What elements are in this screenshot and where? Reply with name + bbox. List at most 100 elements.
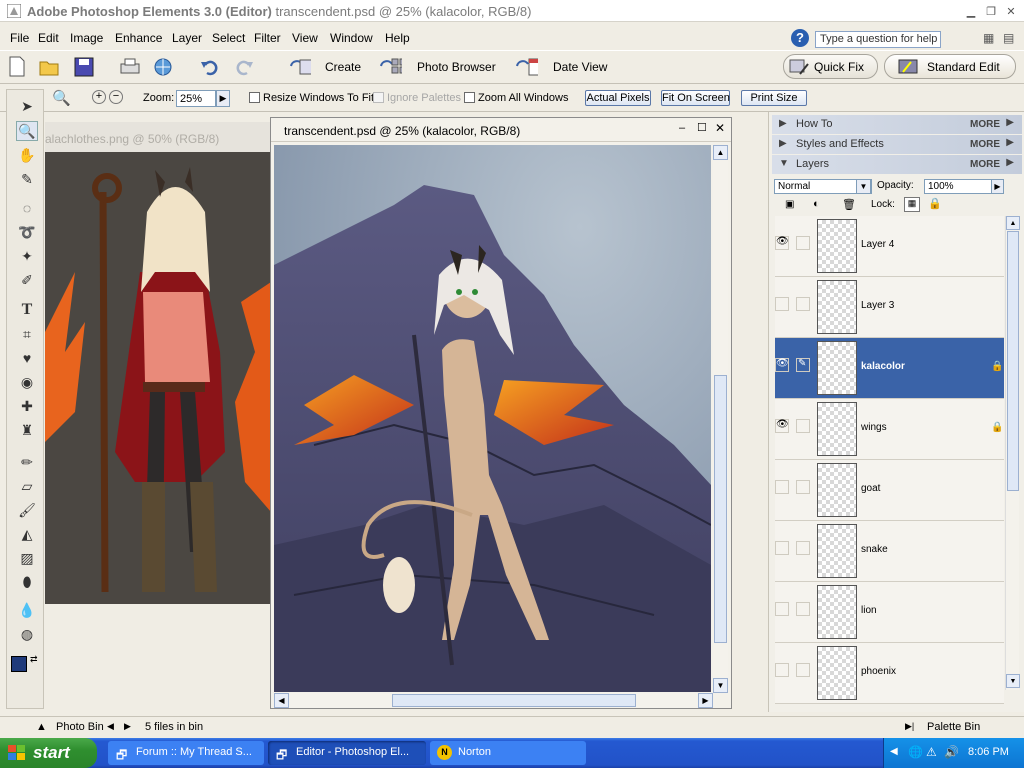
selection-brush-icon[interactable]: ✐ [16, 270, 38, 290]
visibility-toggle[interactable] [775, 602, 789, 616]
hand-tool-icon[interactable]: ✋ [16, 145, 38, 165]
layer-row[interactable]: phoenix [775, 643, 1004, 704]
print-size-button[interactable]: Print Size [741, 90, 807, 106]
gradient-icon[interactable]: ▨ [16, 548, 38, 568]
date-view-button[interactable]: Date View [553, 60, 607, 74]
layer-row[interactable]: lion [775, 582, 1004, 643]
network-icon[interactable]: 🌐 [908, 745, 923, 759]
chevron-down-icon[interactable]: ▼ [856, 179, 871, 194]
zoom-input[interactable]: 25% [176, 90, 216, 107]
taskbar-item-norton[interactable]: N Norton [430, 741, 586, 765]
zoom-out-icon[interactable]: − [109, 90, 123, 104]
cookie-cutter-icon[interactable]: ♥ [16, 348, 38, 368]
visibility-toggle[interactable] [775, 297, 789, 311]
layer-row[interactable]: Layer 3 [775, 277, 1004, 338]
layer-row[interactable]: snake [775, 521, 1004, 582]
layers-scroll-down-icon[interactable]: ▼ [1006, 674, 1020, 688]
date-view-icon[interactable] [514, 56, 538, 78]
create-button[interactable]: Create [325, 60, 361, 74]
link-toggle[interactable] [796, 419, 810, 433]
opacity-arrow-icon[interactable]: ▶ [991, 179, 1004, 194]
photo-browser-button[interactable]: Photo Browser [417, 60, 496, 74]
how-to-more-button[interactable]: MORE [970, 119, 1000, 130]
move-tool-icon[interactable]: ➤ [16, 96, 38, 116]
photo-bin-label[interactable]: Photo Bin [56, 721, 104, 733]
zoom-all-checkbox[interactable] [464, 92, 475, 103]
vertical-scrollbar[interactable]: ▲ ▼ [713, 145, 728, 693]
red-eye-icon[interactable]: ◉ [16, 372, 38, 392]
menu-image[interactable]: Image [70, 31, 103, 45]
document-window[interactable]: transcendent.psd @ 25% (kalacolor, RGB/8… [270, 117, 732, 709]
quick-fix-button[interactable]: Quick Fix [783, 54, 878, 79]
volume-icon[interactable]: 🔊 [944, 745, 959, 759]
doc-minimize-icon[interactable]: – [679, 122, 685, 134]
resize-windows-checkbox[interactable] [249, 92, 260, 103]
scroll-right-icon[interactable]: ▶ [698, 693, 713, 708]
next-file-icon[interactable]: ▶ [124, 721, 131, 732]
adjustment-layer-icon[interactable]: ◐ [813, 198, 820, 210]
menu-select[interactable]: Select [212, 31, 245, 45]
shape-tool-icon[interactable]: ⬮ [16, 572, 38, 592]
visibility-toggle[interactable] [775, 480, 789, 494]
magic-wand-icon[interactable]: ✦ [16, 246, 38, 266]
menu-layer[interactable]: Layer [172, 31, 202, 45]
help-icon[interactable]: ? [791, 29, 809, 47]
link-toggle[interactable] [796, 297, 810, 311]
layers-scrollbar[interactable]: ▲ ▼ [1005, 216, 1020, 690]
redo-icon[interactable] [233, 56, 257, 78]
menu-view[interactable]: View [292, 31, 318, 45]
doc-close-icon[interactable]: ✕ [715, 121, 725, 135]
ignore-palettes-checkbox[interactable] [373, 92, 384, 103]
link-toggle[interactable] [796, 480, 810, 494]
brush-icon[interactable]: 🖌 [16, 500, 38, 520]
styles-more-button[interactable]: MORE [970, 139, 1000, 150]
visibility-toggle[interactable]: 👁 [775, 358, 789, 372]
scroll-down-icon[interactable]: ▼ [713, 678, 728, 693]
layers-more-button[interactable]: MORE [970, 159, 1000, 170]
taskbar-item-editor[interactable]: 🗗 Editor - Photoshop El... [268, 741, 426, 765]
minimize-icon[interactable]: ▁ [962, 3, 980, 19]
new-file-icon[interactable] [7, 56, 31, 78]
zoom-slider-arrow-icon[interactable]: ▶ [216, 90, 230, 107]
link-toggle[interactable] [796, 663, 810, 677]
zoom-in-icon[interactable]: + [92, 90, 106, 104]
lock-all-icon[interactable]: 🔒 [928, 197, 942, 210]
close-icon[interactable]: ✕ [1002, 3, 1020, 19]
link-toggle[interactable]: ✎ [796, 358, 810, 372]
window-layout-icon[interactable]: ▤ [1003, 31, 1014, 45]
layer-row[interactable]: goat [775, 460, 1004, 521]
tray-expand-icon[interactable]: ◀ [890, 746, 898, 757]
healing-brush-icon[interactable]: ✚ [16, 396, 38, 416]
lasso-icon[interactable]: ➰ [16, 222, 38, 242]
blur-tool-icon[interactable]: 💧 [16, 600, 38, 620]
scroll-left-icon[interactable]: ◀ [274, 693, 289, 708]
photo-browser-icon[interactable] [378, 56, 402, 78]
restore-icon[interactable]: ❐ [982, 3, 1000, 19]
print-icon[interactable] [118, 56, 142, 78]
new-layer-icon[interactable]: ▣ [785, 199, 794, 210]
create-icon[interactable] [287, 56, 311, 78]
standard-edit-button[interactable]: Standard Edit [884, 54, 1016, 79]
layer-row[interactable]: 👁 Layer 4 [775, 216, 1004, 277]
layers-scroll-up-icon[interactable]: ▲ [1006, 216, 1020, 230]
menu-help[interactable]: Help [385, 31, 410, 45]
visibility-toggle[interactable] [775, 663, 789, 677]
horizontal-scrollbar[interactable]: ◀ ▶ [274, 693, 713, 708]
marquee-icon[interactable]: ◌ [16, 198, 38, 218]
clone-stamp-icon[interactable]: ♜ [16, 420, 38, 440]
menu-enhance[interactable]: Enhance [115, 31, 162, 45]
menu-window[interactable]: Window [330, 31, 373, 45]
image-canvas[interactable] [274, 145, 711, 692]
menu-filter[interactable]: Filter [254, 31, 281, 45]
zoom-tool-button-icon[interactable]: 🔍 [16, 121, 38, 141]
eyedropper-icon[interactable]: ✎ [16, 169, 38, 189]
sponge-tool-icon[interactable]: ◍ [16, 624, 38, 644]
help-search-input[interactable]: Type a question for help [815, 31, 941, 48]
background-document-window[interactable]: alachlothes.png @ 50% (RGB/8) [45, 122, 271, 604]
foreground-color-swatch[interactable] [11, 656, 27, 672]
how-to-palette-header[interactable]: ▶ How To MORE ▶ [772, 115, 1022, 134]
lock-transparency-icon[interactable]: ▦ [904, 197, 920, 212]
swap-colors-icon[interactable]: ⇄ [30, 654, 38, 665]
security-icon[interactable]: ⚠ [926, 745, 937, 759]
previous-file-icon[interactable]: ◀ [107, 721, 114, 732]
